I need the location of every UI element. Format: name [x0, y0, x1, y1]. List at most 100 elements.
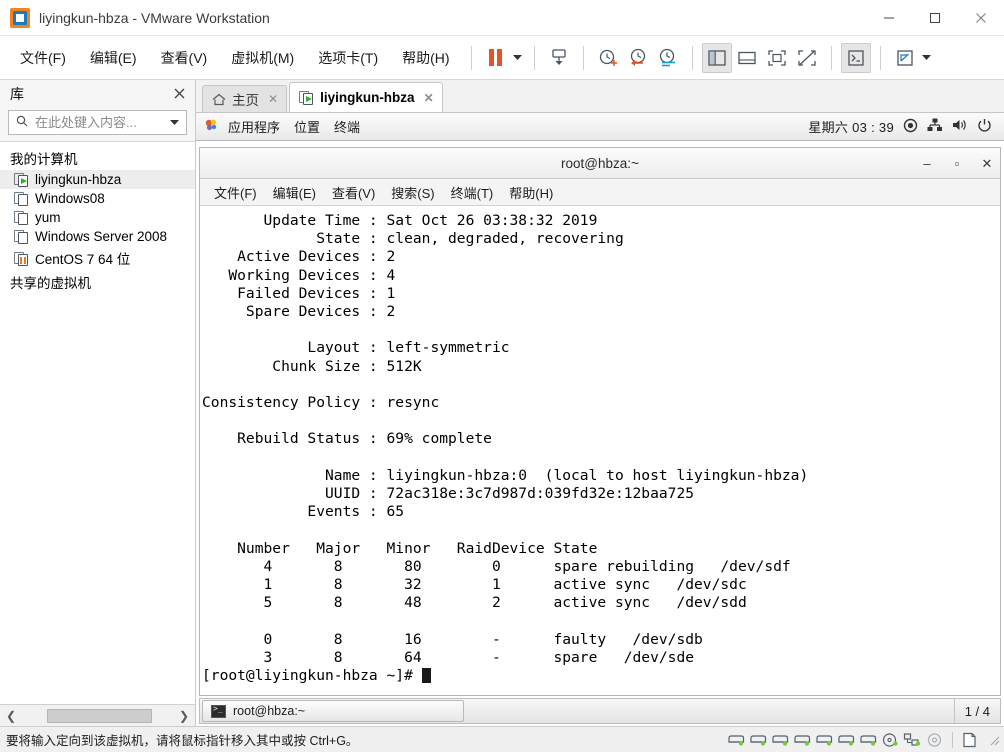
hard-disk-2-icon[interactable]: [749, 732, 768, 748]
sidebar-horizontal-scrollbar[interactable]: ❮ ❯: [0, 704, 195, 726]
menu-file[interactable]: 文件(F): [10, 44, 76, 72]
console-view-button[interactable]: [840, 42, 871, 73]
toolbar-separator: [582, 45, 584, 70]
library-header: 库: [0, 80, 195, 108]
expand-icon: [896, 49, 913, 66]
fit-guest-now-button[interactable]: [792, 43, 822, 73]
fullscreen-dropdown[interactable]: [920, 43, 934, 73]
terminal-title-bar: root@hbza:~ – ▫ ✕: [200, 148, 1000, 179]
chevron-right-icon[interactable]: ❯: [173, 706, 195, 726]
close-icon[interactable]: ✕: [424, 91, 434, 105]
terminal-window-controls: – ▫ ✕: [920, 148, 994, 179]
term-menu-file[interactable]: 文件(F): [206, 180, 265, 205]
hard-disk-6-icon[interactable]: [837, 732, 856, 748]
vm-guest-screen[interactable]: root@hbza:~ – ▫ ✕ 文件(F) 编辑(E) 查看(V) 搜索(S…: [196, 141, 1004, 726]
tab-label: 主页: [232, 93, 259, 108]
vm-off-icon: [14, 191, 29, 206]
term-menu-search[interactable]: 搜索(S): [383, 180, 442, 205]
sidebar-item-centos-7-64[interactable]: CentOS 7 64 位: [0, 246, 195, 270]
resize-grip[interactable]: [987, 733, 1000, 746]
workspace-indicator[interactable]: 1 / 4: [953, 699, 1000, 723]
gnome-tray: 星期六 03 : 39: [808, 117, 998, 136]
hard-disk-7-icon[interactable]: [859, 732, 878, 748]
tab-liyingkun-hbza[interactable]: liyingkun-hbza ✕: [289, 82, 443, 112]
terminal-content: Update Time : Sat Oct 26 03:38:32 2019 S…: [202, 212, 809, 666]
status-separator: [952, 731, 953, 748]
close-icon[interactable]: [170, 87, 189, 102]
hard-disk-4-icon[interactable]: [793, 732, 812, 748]
power-icon[interactable]: [977, 118, 992, 136]
gnome-terminal-menu[interactable]: 终端: [327, 115, 367, 138]
gnome-applications-menu[interactable]: 应用程序: [221, 115, 287, 138]
network-icon[interactable]: [927, 118, 943, 135]
snapshot-manager-button[interactable]: [653, 43, 683, 73]
terminal-output[interactable]: Update Time : Sat Oct 26 03:38:32 2019 S…: [200, 206, 1000, 695]
menu-vm[interactable]: 虚拟机(M): [221, 44, 304, 72]
close-button[interactable]: [958, 0, 1004, 36]
snapshot-button[interactable]: [544, 43, 574, 73]
term-menu-help[interactable]: 帮助(H): [501, 180, 561, 205]
suspend-button[interactable]: [481, 43, 511, 73]
chevron-down-icon: [513, 54, 523, 60]
gnome-top-panel: 应用程序 位置 终端 星期六 03 : 39: [196, 112, 1004, 141]
vm-running-icon: [14, 172, 29, 187]
gnome-clock[interactable]: 星期六 03 : 39: [808, 117, 894, 136]
main-body: 库 我的计算机 liy: [0, 80, 1004, 726]
tab-home[interactable]: 主页 ✕: [202, 85, 288, 112]
fullscreen-button[interactable]: [890, 43, 920, 73]
chevron-left-icon[interactable]: ❮: [0, 706, 22, 726]
hard-disk-3-icon[interactable]: [771, 732, 790, 748]
tree-root-my-computer[interactable]: 我的计算机: [0, 146, 195, 170]
terminal-maximize-button[interactable]: ▫: [950, 156, 964, 171]
show-library-button[interactable]: [701, 42, 732, 73]
menu-edit[interactable]: 编辑(E): [80, 44, 147, 72]
window-controls: [866, 0, 1004, 36]
hard-disk-1-icon[interactable]: [727, 732, 746, 748]
printer-icon[interactable]: [961, 732, 980, 748]
close-icon[interactable]: ✕: [268, 92, 278, 106]
term-menu-terminal[interactable]: 终端(T): [443, 180, 502, 205]
terminal-window: root@hbza:~ – ▫ ✕ 文件(F) 编辑(E) 查看(V) 搜索(S…: [199, 147, 1001, 696]
minimize-button[interactable]: [866, 0, 912, 36]
menu-view[interactable]: 查看(V): [151, 44, 218, 72]
maximize-button[interactable]: [912, 0, 958, 36]
term-menu-view[interactable]: 查看(V): [324, 180, 383, 205]
revert-snapshot-button[interactable]: [593, 43, 623, 73]
term-menu-edit[interactable]: 编辑(E): [265, 180, 324, 205]
network-adapter-icon[interactable]: [903, 732, 922, 748]
cd-dvd-icon[interactable]: [881, 732, 900, 748]
menu-help[interactable]: 帮助(H): [392, 44, 459, 72]
sidebar-item-windows08[interactable]: Windows08: [0, 189, 195, 208]
fit-guest-button[interactable]: [762, 43, 792, 73]
gnome-places-menu[interactable]: 位置: [287, 115, 327, 138]
chevron-down-icon[interactable]: [167, 118, 182, 128]
accessibility-icon[interactable]: [903, 118, 918, 136]
show-thumbnails-button[interactable]: [732, 43, 762, 73]
menu-tabs[interactable]: 选项卡(T): [308, 44, 388, 72]
vmware-workstation-window: liyingkun-hbza - VMware Workstation 文件(F…: [0, 0, 1004, 752]
sidebar-item-liyingkun-hbza[interactable]: liyingkun-hbza: [0, 170, 195, 189]
sound-card-icon[interactable]: [925, 732, 944, 748]
toolbar-separator: [470, 45, 472, 70]
gnome-bottom-taskbar: root@hbza:~ 1 / 4: [199, 698, 1001, 724]
hard-disk-5-icon[interactable]: [815, 732, 834, 748]
tab-strip: 主页 ✕ liyingkun-hbza ✕: [196, 80, 1004, 112]
toolbar-separator: [830, 45, 832, 70]
sidebar-item-windows-server-2008[interactable]: Windows Server 2008: [0, 227, 195, 246]
sidebar-item-yum[interactable]: yum: [0, 208, 195, 227]
terminal-icon: [211, 704, 226, 718]
taskbar-window-button[interactable]: root@hbza:~: [202, 700, 464, 722]
vm-off-icon: [14, 210, 29, 225]
library-search[interactable]: [8, 110, 187, 135]
power-dropdown[interactable]: [511, 43, 525, 73]
terminal-title: root@hbza:~: [561, 155, 639, 171]
scrollbar-thumb[interactable]: [47, 708, 152, 723]
gnome-foot-icon: [204, 118, 219, 135]
terminal-close-button[interactable]: ✕: [980, 156, 994, 172]
toolbar-separator: [533, 45, 535, 70]
terminal-minimize-button[interactable]: –: [920, 156, 934, 171]
restore-snapshot-button[interactable]: [623, 43, 653, 73]
tree-root-shared-vms[interactable]: 共享的虚拟机: [0, 270, 195, 294]
volume-icon[interactable]: [952, 118, 968, 135]
search-input[interactable]: [33, 114, 167, 131]
